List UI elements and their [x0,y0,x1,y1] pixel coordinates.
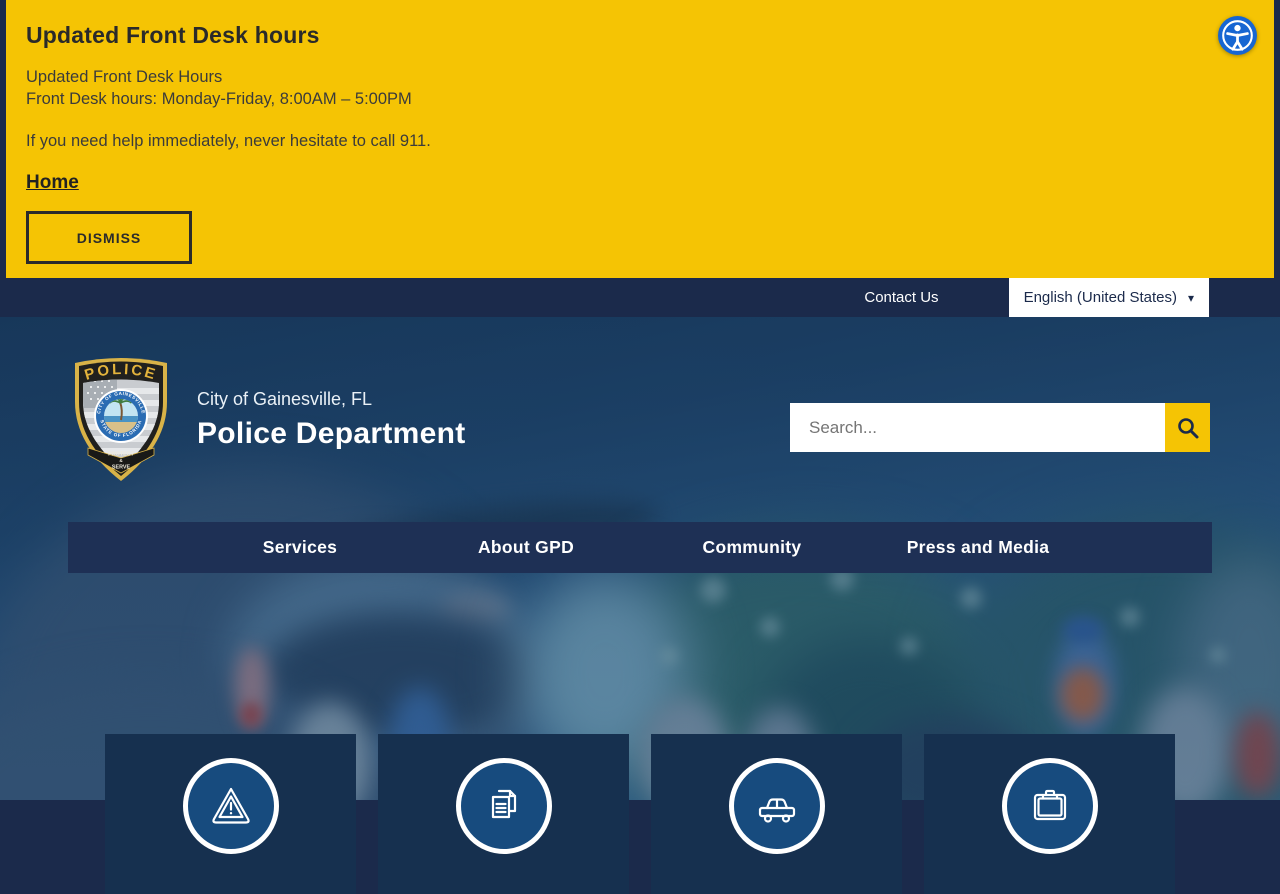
quick-links [105,734,1175,894]
accessibility-person-icon [1221,19,1254,52]
alert-banner: Updated Front Desk hours Updated Front D… [6,0,1274,278]
logo-motto-protect: PROTECT [108,452,134,458]
site-titles: City of Gainesville, FL Police Departmen… [197,389,466,451]
quick-link-card-3[interactable] [651,734,902,894]
contact-us-link[interactable]: Contact Us [864,289,938,306]
alert-body: Updated Front Desk Hours Front Desk hour… [26,66,1254,110]
gpd-badge-logo[interactable]: POLICE CITY OF GAINESVILLE STATE OF FLOR… [68,352,174,482]
documents-icon [455,758,552,854]
search-input[interactable] [790,403,1165,452]
magnifier-icon [1176,416,1200,440]
main-navigation: Services About GPD Community Press and M… [68,522,1212,573]
home-link[interactable]: Home [26,172,79,194]
quick-link-card-2[interactable] [378,734,629,894]
alert-line-2: Front Desk hours: Monday-Friday, 8:00AM … [26,90,412,108]
police-car-icon [728,758,825,854]
alert-line-1: Updated Front Desk Hours [26,68,223,86]
alert-triangle-icon [182,758,279,854]
search-box [790,403,1210,452]
quick-link-card-4[interactable] [924,734,1175,894]
quick-link-card-1[interactable] [105,734,356,894]
nav-item-community[interactable]: Community [639,537,865,558]
page-title: Police Department [197,417,466,450]
nav-item-services[interactable]: Services [187,537,413,558]
briefcase-icon [1001,758,1098,854]
search-button[interactable] [1165,403,1210,452]
city-name: City of Gainesville, FL [197,389,373,409]
language-selector[interactable]: English (United States) ▾ [1008,278,1209,317]
nav-item-press-and-media[interactable]: Press and Media [865,537,1091,558]
alert-line-3: If you need help immediately, never hesi… [26,132,431,150]
utility-topbar: Contact Us English (United States) ▾ [0,278,1280,317]
dismiss-button[interactable]: DISMISS [26,211,192,264]
accessibility-button[interactable] [1218,16,1257,55]
nav-item-about-gpd[interactable]: About GPD [413,537,639,558]
language-selector-value: English (United States) [1023,289,1177,306]
caret-down-icon: ▾ [1187,290,1194,305]
logo-motto-serve: SERVE [112,465,131,471]
alert-title: Updated Front Desk hours [26,22,320,48]
